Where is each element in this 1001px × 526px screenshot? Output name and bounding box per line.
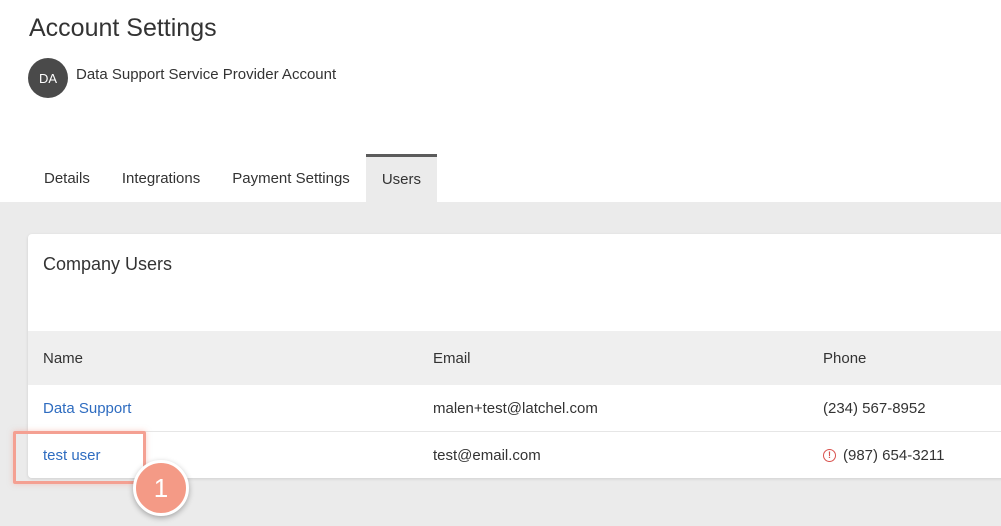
column-header-name: Name [43, 349, 84, 367]
page-header: Account Settings DA Data Support Service… [0, 0, 1001, 202]
annotation-step-badge: 1 [133, 460, 189, 516]
account-row: DA Data Support Service Provider Account [28, 58, 336, 98]
settings-tabs: Details Integrations Payment Settings Us… [28, 154, 437, 202]
annotation-highlight-box [13, 431, 146, 484]
user-email: malen+test@latchel.com [433, 399, 598, 417]
table-row: Data Support malen+test@latchel.com (234… [28, 385, 1001, 432]
company-users-card: Company Users Name Email Phone Data Supp… [28, 234, 1001, 478]
user-phone: ! (987) 654-3211 [823, 447, 944, 464]
users-table: Name Email Phone Data Support malen+test… [28, 331, 1001, 478]
card-title: Company Users [43, 254, 173, 274]
column-header-email: Email [433, 349, 471, 367]
column-header-phone: Phone [823, 349, 867, 367]
table-header: Name Email Phone [28, 331, 1001, 385]
avatar: DA [28, 58, 68, 98]
tab-integrations[interactable]: Integrations [106, 154, 216, 202]
user-phone: (234) 567-8952 [823, 400, 926, 417]
alert-circle-icon: ! [823, 448, 836, 462]
user-phone-text: (234) 567-8952 [823, 399, 926, 417]
page-title: Account Settings [29, 14, 217, 42]
user-phone-text: (987) 654-3211 [843, 446, 945, 464]
tab-users[interactable]: Users [365, 154, 437, 202]
account-name: Data Support Service Provider Account [76, 65, 337, 83]
tab-details[interactable]: Details [28, 154, 106, 202]
user-email: test@email.com [433, 446, 541, 464]
tab-payment-settings[interactable]: Payment Settings [216, 154, 366, 202]
user-name-link[interactable]: Data Support [43, 400, 131, 417]
